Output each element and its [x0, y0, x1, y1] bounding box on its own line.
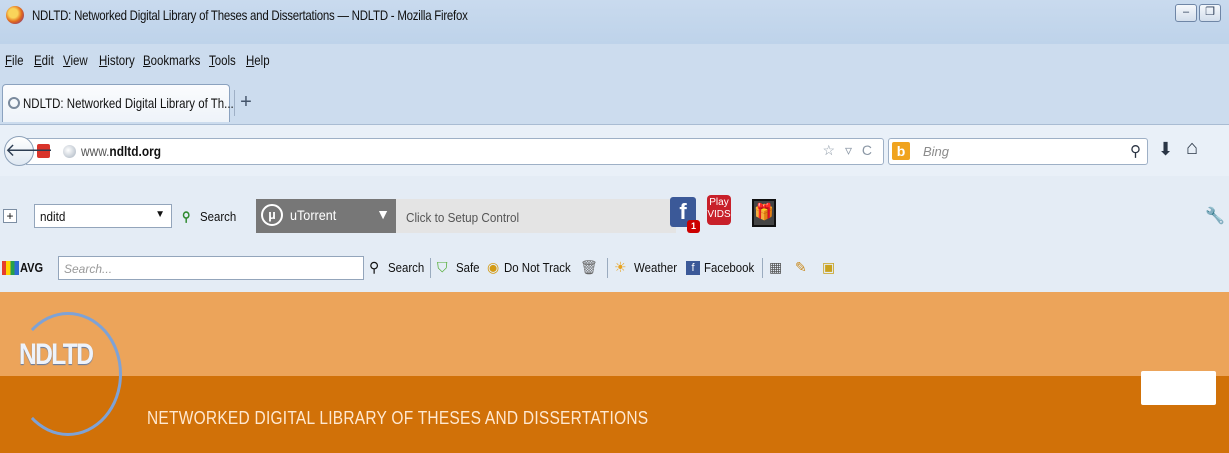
weather-icon[interactable]: ☀	[614, 259, 627, 276]
folder-icon[interactable]: ▣	[822, 259, 835, 276]
utorrent-widget[interactable]: µ uTorrent ▼	[256, 199, 396, 233]
separator	[430, 258, 431, 278]
home-icon[interactable]: ⌂	[1186, 137, 1198, 160]
minimize-button[interactable]: –	[1175, 4, 1197, 22]
ndltd-logo[interactable]: NDLTD	[14, 312, 122, 436]
menu-tools[interactable]: Tools	[209, 52, 236, 68]
restore-button[interactable]: ❐	[1199, 4, 1221, 22]
header-search-box[interactable]	[1141, 371, 1216, 405]
logo-text: NDLTD	[19, 338, 94, 371]
menu-bookmarks[interactable]: Bookmarks	[143, 52, 200, 68]
avg-label[interactable]: AVG	[20, 260, 43, 275]
trash-icon[interactable]: 🗑	[580, 259, 598, 276]
menu-help[interactable]: Help	[246, 52, 270, 68]
calculator-icon[interactable]: ▦	[769, 259, 782, 276]
wrench-icon[interactable]: 🔧	[1205, 206, 1225, 226]
do-not-track-icon[interactable]: ◉	[487, 259, 499, 276]
menu-edit[interactable]: Edit	[34, 52, 54, 68]
back-button[interactable]: 🡐	[4, 136, 53, 166]
notification-badge: 1	[687, 220, 700, 233]
tab-label: NDLTD: Networked Digital Library of Th..…	[23, 95, 234, 111]
utorrent-icon: µ	[261, 204, 283, 226]
custom-toolbar: + nditd ▼ ⚲ Search µ uTorrent ▼ Click to…	[0, 176, 1229, 244]
url-text[interactable]: www.ndltd.org	[81, 143, 161, 159]
utorrent-label: uTorrent	[290, 207, 337, 223]
title-bar: NDLTD: Networked Digital Library of Thes…	[0, 0, 1229, 44]
avg-search-button[interactable]: Search	[388, 260, 424, 275]
logo-arc	[14, 312, 122, 436]
dropdown-value: nditd	[40, 209, 66, 224]
loading-icon	[8, 97, 20, 109]
tab-ndltd[interactable]: NDLTD: Networked Digital Library of Th..…	[2, 84, 234, 122]
bing-icon[interactable]: b	[892, 142, 910, 160]
globe-icon[interactable]	[63, 145, 76, 158]
avg-toolbar: AVG Search... ⚲ Search ⛉ Safe ◉ Do Not T…	[0, 244, 1229, 292]
menu-view[interactable]: View	[63, 52, 88, 68]
do-not-track-button[interactable]: Do Not Track	[504, 260, 571, 275]
play-vids-icon[interactable]: Play VIDS	[707, 195, 731, 225]
gift-icon[interactable]: 🎁	[752, 199, 776, 227]
shield-icon[interactable]: ⛉	[437, 259, 448, 276]
safe-button[interactable]: Safe	[456, 260, 480, 275]
chevron-down-icon[interactable]: ▼	[155, 209, 165, 220]
add-icon[interactable]: +	[3, 209, 17, 223]
navigation-bar: www.ndltd.org ☆ ▿ C 🡐 b Bing ⚲ ⬇ ⌂	[0, 124, 1229, 177]
search-icon[interactable]: ⚲	[1130, 142, 1141, 160]
setup-label: Click to Setup Control	[406, 210, 520, 225]
search-icon[interactable]: ⚲	[369, 259, 379, 276]
new-tab-button[interactable]: +	[234, 90, 257, 116]
firefox-icon	[6, 6, 24, 24]
bookmark-star-icon[interactable]: ☆ ▿ C	[823, 142, 875, 159]
separator	[762, 258, 763, 278]
facebook-button[interactable]: Facebook	[704, 260, 754, 275]
setup-control[interactable]: Click to Setup Control	[396, 199, 676, 233]
search-placeholder: Bing	[923, 144, 950, 159]
avg-search-placeholder: Search...	[64, 262, 113, 276]
notepad-icon[interactable]: ✎	[795, 259, 807, 276]
window-title: NDLTD: Networked Digital Library of Thes…	[32, 7, 468, 23]
facebook-icon[interactable]: f 1	[670, 197, 700, 233]
chevron-down-icon[interactable]: ▼	[376, 206, 390, 222]
url-bar[interactable]: www.ndltd.org ☆ ▿ C	[26, 138, 884, 165]
tab-bar: NDLTD: Networked Digital Library of Th..…	[0, 74, 1229, 124]
site-tagline: NETWORKED DIGITAL LIBRARY OF THESES AND …	[147, 408, 649, 428]
avg-search-input[interactable]: Search...	[58, 256, 364, 280]
weather-button[interactable]: Weather	[634, 260, 677, 275]
menu-bar: File Edit View History Bookmarks Tools H…	[0, 44, 1229, 74]
menu-history[interactable]: History	[99, 52, 135, 68]
menu-file[interactable]: File	[5, 52, 24, 68]
toolbar-search-button[interactable]: Search	[200, 209, 236, 224]
page-header-top	[0, 292, 1229, 376]
separator	[607, 258, 608, 278]
toolbar-dropdown[interactable]: nditd ▼	[34, 204, 172, 228]
search-bar[interactable]: b Bing ⚲	[888, 138, 1148, 165]
facebook-icon[interactable]: f	[686, 261, 700, 275]
avg-logo-icon	[2, 261, 19, 275]
download-icon[interactable]: ⬇	[1158, 139, 1173, 160]
search-icon[interactable]: ⚲	[182, 209, 190, 225]
